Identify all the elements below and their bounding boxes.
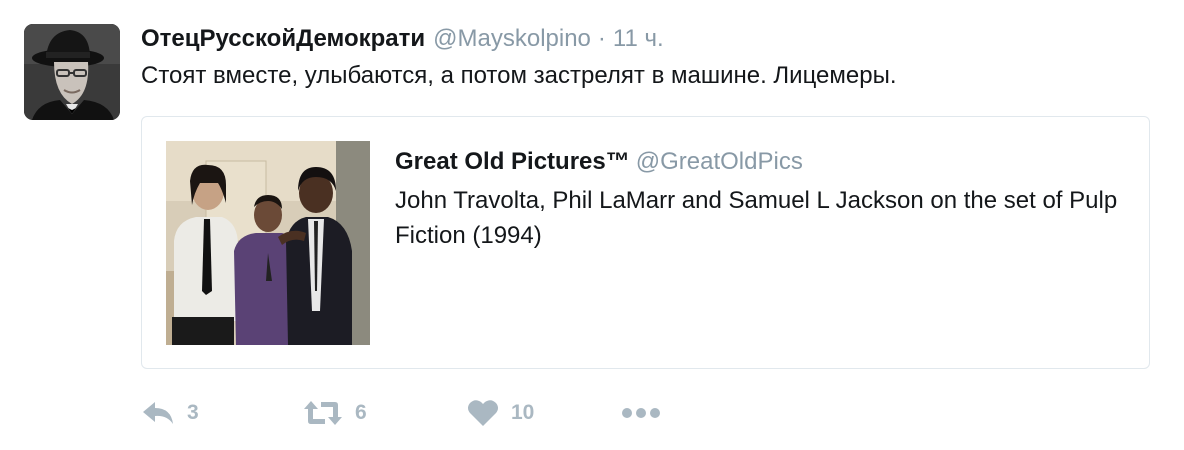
author-avatar[interactable]: [24, 24, 120, 120]
author-handle[interactable]: @Mayskolpino: [433, 22, 591, 56]
quoted-author-name[interactable]: Great Old Pictures™: [395, 148, 630, 175]
tweet: ОтецРусскойДемократи @Mayskolpino · 11 ч…: [0, 0, 1184, 450]
reply-icon: [141, 400, 175, 426]
tweet-timestamp[interactable]: 11 ч.: [613, 22, 664, 56]
like-button[interactable]: 10: [467, 393, 534, 433]
quoted-tweet-photo[interactable]: [166, 141, 370, 345]
tweet-actions: 3 6 10: [141, 393, 741, 433]
reply-button[interactable]: 3: [141, 393, 199, 433]
tweet-text: Стоят вместе, улыбаются, а потом застрел…: [141, 62, 897, 89]
more-dots-icon: [621, 407, 661, 419]
header-separator: ·: [597, 25, 606, 52]
quoted-author-handle[interactable]: @GreatOldPics: [636, 148, 803, 175]
quoted-tweet-text: John Travolta, Phil LaMarr and Samuel L …: [395, 187, 1118, 249]
quoted-tweet-card[interactable]: Great Old Pictures™ @GreatOldPics John Tr…: [141, 116, 1150, 369]
like-count: 10: [511, 401, 535, 424]
heart-icon: [467, 399, 499, 427]
retweet-icon: [303, 399, 343, 427]
quoted-tweet-header: Great Old Pictures™ @GreatOldPics: [395, 145, 803, 179]
avatar-image: [24, 24, 120, 120]
reply-count: 3: [187, 401, 199, 424]
quoted-photo-image: [166, 141, 370, 345]
retweet-button[interactable]: 6: [303, 393, 367, 433]
tweet-header: ОтецРусскойДемократи @Mayskolpino · 11 ч…: [141, 22, 664, 56]
retweet-count: 6: [355, 401, 367, 424]
more-button[interactable]: [621, 393, 661, 433]
author-name[interactable]: ОтецРусскойДемократи: [141, 22, 425, 56]
